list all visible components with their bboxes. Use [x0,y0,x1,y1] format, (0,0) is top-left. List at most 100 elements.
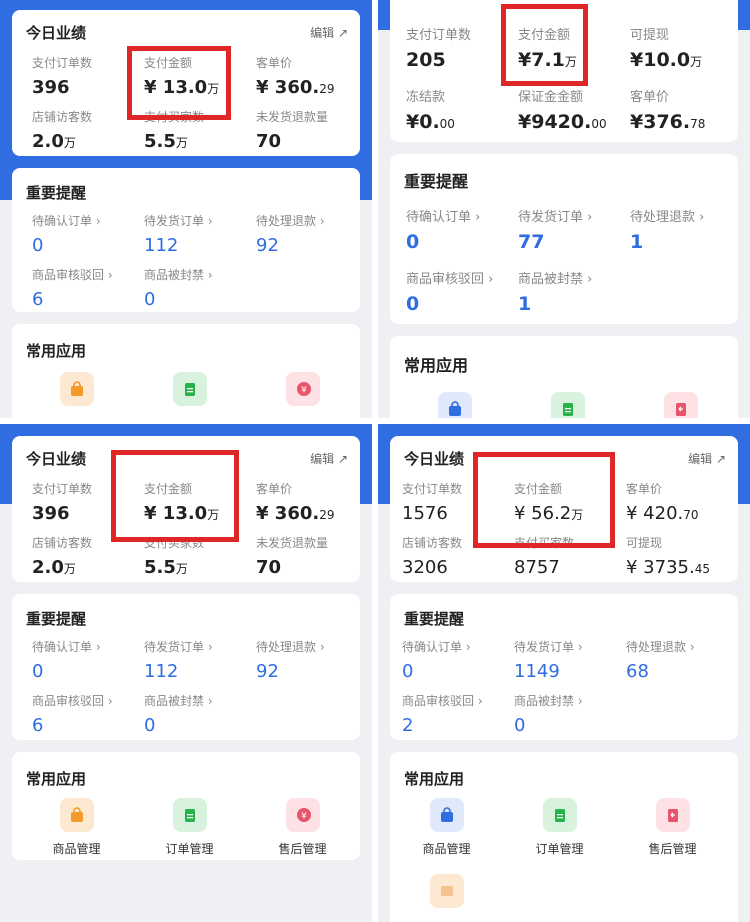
reminder-item[interactable]: 待确认订单 › 0 [406,206,516,253]
metric-label: 客单价 [630,90,670,105]
section-title: 常用应用 [404,356,469,375]
app-product-management[interactable] [20,372,133,406]
reminder-item[interactable]: 商品被封禁 › 0 [144,266,254,310]
metric-value: 2.0万 [32,131,76,152]
reminder-item[interactable]: 待处理退款 › 1 [630,206,740,253]
panel-top-left: 今日业绩 编辑 ↗ 支付订单数 396 支付金额 ¥ 13.0万 客单价 ¥ 360.… [0,0,372,418]
app-list: 商品管理 订单管理 ¥ 售后管理 [20,798,359,857]
app-order-management[interactable] [511,392,624,418]
reminder-item[interactable]: 商品审核驳回 › 6 [32,692,142,736]
edit-button[interactable]: 编辑 ↗ [310,450,348,467]
reminder-item[interactable]: 待处理退款 › 68 [626,638,736,682]
reminder-item[interactable]: 商品被封禁 › 0 [144,692,254,736]
reminder-item[interactable]: 待发货订单 › 77 [518,206,628,253]
reminder-label: 待发货订单 › [518,210,593,225]
metric: 支付订单数 205 [406,24,516,71]
metric-label: 未发货退款量 [256,110,329,124]
chevron-right-icon: › [207,214,213,228]
app-label: 售后管理 [278,842,327,856]
reminder-item[interactable]: 待发货订单 › 112 [144,212,254,256]
section-title: 重要提醒 [26,184,87,202]
svg-text:¥: ¥ [301,812,307,822]
reminder-count: 2 [402,715,414,736]
reminder-item[interactable]: 待确认订单 › 0 [32,638,142,682]
reminder-item[interactable]: 待发货订单 › 1149 [514,638,624,682]
app-label: 商品管理 [52,842,101,856]
reminder-label: 待处理退款 › [256,640,325,654]
metric-value: 205 [406,49,446,71]
app-aftersales-management[interactable]: ¥ 售后管理 [246,798,359,857]
edit-button[interactable]: 编辑 ↗ [688,450,726,467]
reminder-label: 待处理退款 › [630,210,705,225]
chevron-right-icon: › [488,272,494,287]
metric: 客单价 ¥ 360.29 [256,480,366,524]
reminder-item[interactable]: 商品被封禁 › 1 [518,268,628,315]
chevron-right-icon: › [477,694,483,708]
reminder-count: 1 [630,231,644,253]
chevron-right-icon: › [207,694,213,708]
app-aftersales-management[interactable]: 售后管理 [616,798,729,857]
metric-label: 保证金金额 [518,90,584,105]
apps-card: 常用应用 [390,336,738,418]
edit-icon: ↗ [715,452,726,466]
app-product-management[interactable] [398,392,511,418]
reminder-item[interactable]: 待确认订单 › 0 [32,212,142,256]
app-aftersales-management[interactable]: ¥ [246,372,359,406]
app-product-management[interactable]: 商品管理 [390,798,503,857]
chevron-right-icon: › [699,210,705,225]
app-icon-partial[interactable] [430,874,464,908]
app-order-management[interactable]: 订单管理 [133,798,246,857]
app-label: 商品管理 [422,842,471,856]
metric: 未发货退款量 70 [256,534,366,578]
reminder-label: 待处理退款 › [256,214,325,228]
app-list: ¥ [20,372,359,406]
reminder-count: 0 [406,293,420,315]
app-label: 订单管理 [165,842,214,856]
section-title: 重要提醒 [404,610,465,628]
metric-label: 可提现 [626,536,663,550]
reminder-label: 待确认订单 › [32,214,101,228]
reminder-item[interactable]: 待发货订单 › 112 [144,638,254,682]
metric-label: 支付订单数 [32,56,93,70]
app-product-management[interactable]: 商品管理 [20,798,133,857]
reminder-item[interactable]: 商品被封禁 › 0 [514,692,624,736]
apps-card: 常用应用 商品管理 订单管理 售后管理 [390,752,738,922]
reminder-count: 6 [32,289,44,310]
reminder-label: 待确认订单 › [406,210,481,225]
metric: 可提现 ¥ 3735.45 [626,534,736,578]
metric: 客单价 ¥ 420.70 [626,480,736,524]
chevron-right-icon: › [95,214,101,228]
metric-label: 未发货退款量 [256,536,329,550]
reminder-label: 商品被封禁 › [514,694,583,708]
section-title: 重要提醒 [404,172,469,191]
reminder-label: 待处理退款 › [626,640,695,654]
reminder-label: 商品被封禁 › [144,268,213,282]
reminder-item[interactable]: 商品审核驳回 › 0 [406,268,516,315]
app-aftersales-management[interactable] [624,392,737,418]
metric-value: ¥376.78 [630,111,706,133]
order-icon [172,372,207,406]
reminder-count: 0 [144,289,156,310]
reminder-count: 92 [256,235,279,256]
bag-icon [59,372,94,406]
reminder-item[interactable]: 待确认订单 › 0 [402,638,512,682]
refund-icon [655,798,690,832]
order-icon [172,798,207,832]
metric: 冻结款 ¥0.00 [406,86,516,133]
app-order-management[interactable]: 订单管理 [503,798,616,857]
reminder-label: 商品审核驳回 › [32,268,113,282]
metric-label: 可提现 [630,28,670,43]
metric: 未发货退款量 70 [256,108,366,152]
edit-button[interactable]: 编辑 ↗ [310,24,348,41]
reminder-count: 0 [514,715,526,736]
metric-value: 5.5万 [144,557,188,578]
reminder-item[interactable]: 商品审核驳回 › 6 [32,266,142,310]
metric-value: 396 [32,77,70,98]
reminder-item[interactable]: 商品审核驳回 › 2 [402,692,512,736]
app-order-management[interactable] [133,372,246,406]
section-title: 常用应用 [404,770,465,788]
reminder-item[interactable]: 待处理退款 › 92 [256,638,366,682]
chevron-right-icon: › [577,694,583,708]
reminder-item[interactable]: 待处理退款 › 92 [256,212,366,256]
metric-value: ¥ 360.29 [256,503,335,524]
